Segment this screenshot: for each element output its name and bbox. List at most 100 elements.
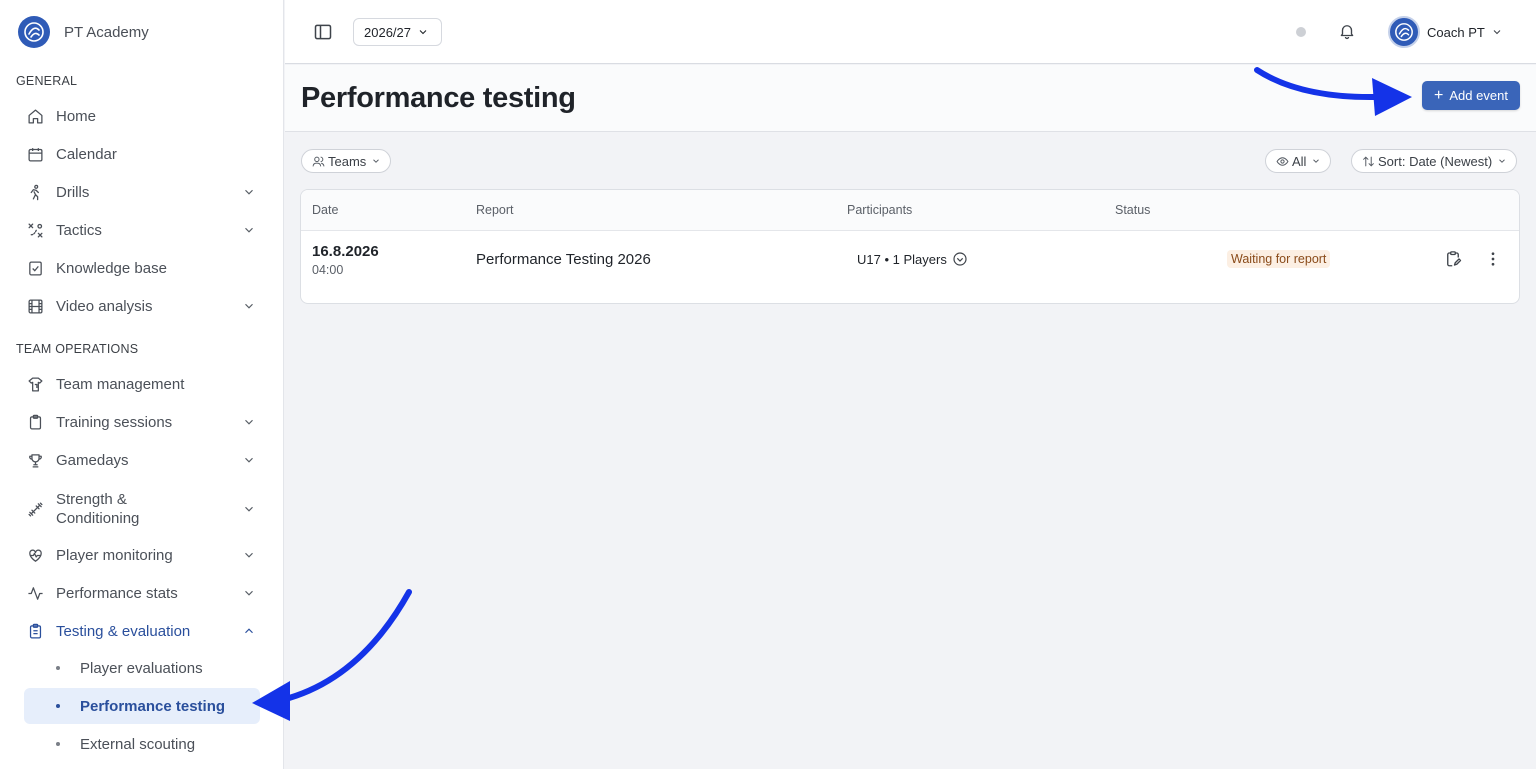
brand-name: PT Academy	[64, 23, 149, 41]
sidebar-item-calendar[interactable]: Calendar	[24, 136, 260, 172]
chevron-down-icon	[373, 159, 380, 163]
page-header: Performance testing + Add event	[285, 65, 1536, 132]
sidebar-item-knowledge-base[interactable]: Knowledge base	[24, 250, 260, 286]
chevron-down-icon	[419, 30, 427, 35]
chevron-down-icon	[245, 457, 253, 463]
circle-chevron-down-icon	[953, 252, 967, 266]
chevron-down-icon	[245, 303, 253, 309]
sidebar-item-label: Tactics	[56, 221, 102, 239]
user-name: Coach PT	[1427, 24, 1485, 40]
sidebar: PT Academy GENERAL Home Calendar Drills …	[0, 0, 284, 769]
sidebar-item-tactics[interactable]: Tactics	[24, 212, 260, 248]
calendar-icon	[26, 145, 44, 163]
bullet	[56, 742, 60, 746]
sidebar-subitem-performance-testing[interactable]: Performance testing	[24, 688, 260, 724]
checklist-icon	[26, 259, 44, 277]
more-vertical-icon[interactable]	[1484, 250, 1502, 268]
connection-status-dot	[1296, 27, 1306, 37]
heart-pulse-icon	[26, 546, 44, 564]
trophy-icon	[26, 451, 44, 469]
sidebar-item-testing-evaluation[interactable]: Testing & evaluation	[24, 613, 260, 649]
sidebar-toggle-icon[interactable]	[313, 22, 333, 42]
sidebar-item-label: Home	[56, 107, 97, 125]
chevron-down-icon	[1313, 159, 1320, 163]
sidebar-item-label: Testing & evaluation	[56, 622, 191, 640]
status-badge: Waiting for report	[1227, 250, 1331, 268]
chevron-up-icon	[245, 628, 253, 634]
event-time: 04:00	[312, 263, 344, 277]
sidebar-subitem-player-evaluations[interactable]: Player evaluations	[24, 650, 260, 686]
home-icon	[26, 107, 44, 125]
sidebar-item-label: Drills	[56, 183, 90, 201]
sidebar-item-gamedays[interactable]: Gamedays	[24, 442, 260, 478]
teams-filter[interactable]: Teams	[301, 149, 392, 173]
chevron-down-icon	[1493, 30, 1501, 35]
participants-toggle[interactable]: U17 • 1 Players	[857, 251, 968, 267]
page-title: Performance testing	[301, 82, 576, 114]
chevron-down-icon	[1499, 159, 1505, 163]
sidebar-item-training-sessions[interactable]: Training sessions	[24, 404, 260, 440]
chevron-down-icon	[245, 506, 253, 512]
academy-logo	[18, 16, 50, 48]
season-value: 2026/27	[364, 24, 411, 40]
sidebar-item-label: Knowledge base	[56, 259, 167, 277]
event-date-cell: 16.8.2026 04:00	[312, 243, 379, 277]
sidebar-item-drills[interactable]: Drills	[24, 174, 260, 210]
sort-arrows-icon	[1363, 155, 1374, 167]
sidebar-item-performance-stats[interactable]: Performance stats	[24, 575, 260, 611]
clipboard-icon	[26, 413, 44, 431]
table-row[interactable]: 16.8.2026 04:00 Performance Testing 2026…	[301, 231, 1519, 303]
clipboard-list-icon	[26, 622, 44, 640]
dumbbell-icon	[26, 500, 44, 518]
sidebar-item-strength-conditioning[interactable]: Strength & Conditioning	[24, 485, 260, 533]
sidebar-subitem-label: External scouting	[80, 735, 196, 753]
sort-select-label: Sort: Date (Newest)	[1378, 153, 1493, 169]
chevron-down-icon	[245, 227, 253, 233]
sidebar-item-label: Player monitoring	[56, 546, 173, 564]
sidebar-item-label: Calendar	[56, 145, 117, 163]
sidebar-item-player-monitoring[interactable]: Player monitoring	[24, 537, 260, 573]
sort-select[interactable]: Sort: Date (Newest)	[1351, 149, 1518, 173]
column-header-status[interactable]: Status	[1115, 203, 1150, 217]
sidebar-item-video-analysis[interactable]: Video analysis	[24, 288, 260, 324]
column-header-participants[interactable]: Participants	[847, 203, 912, 217]
event-date: 16.8.2026	[312, 243, 379, 260]
add-event-button[interactable]: + Add event	[1422, 81, 1520, 110]
visibility-filter-label: All	[1292, 153, 1307, 169]
chevron-down-icon	[245, 552, 253, 558]
running-icon	[26, 183, 44, 201]
activity-icon	[26, 584, 44, 602]
column-header-date[interactable]: Date	[312, 203, 338, 217]
chevron-down-icon	[245, 419, 253, 425]
sidebar-item-label: Training sessions	[56, 413, 173, 431]
column-header-report[interactable]: Report	[476, 203, 514, 217]
section-label-general: GENERAL	[16, 74, 78, 88]
sidebar-item-team-management[interactable]: Team management	[24, 366, 260, 402]
plus-icon: +	[1434, 86, 1444, 104]
status-cell: Waiting for report	[1227, 250, 1331, 268]
clipboard-edit-icon[interactable]	[1444, 250, 1462, 268]
user-menu[interactable]: Coach PT	[1388, 16, 1503, 48]
sidebar-item-label: Video analysis	[56, 297, 153, 315]
event-report[interactable]: Performance Testing 2026	[476, 251, 651, 268]
section-label-team-operations: TEAM OPERATIONS	[16, 342, 139, 356]
arrow-to-performance-testing	[279, 589, 412, 703]
participants-summary: U17 • 1 Players	[857, 251, 947, 267]
avatar	[1388, 16, 1420, 48]
sidebar-item-home[interactable]: Home	[24, 98, 260, 134]
users-icon	[312, 156, 325, 166]
table-header: Date Report Participants Status	[301, 190, 1519, 231]
brand[interactable]: PT Academy	[18, 16, 149, 48]
sidebar-item-label: Strength & Conditioning	[56, 491, 140, 527]
chevron-down-icon	[245, 189, 253, 195]
sidebar-item-label: Team management	[56, 375, 185, 393]
sidebar-subitem-label: Player evaluations	[80, 659, 203, 677]
bullet	[56, 704, 60, 708]
eye-icon	[1276, 156, 1289, 166]
bell-icon[interactable]	[1338, 22, 1356, 40]
tactics-icon	[26, 221, 44, 239]
season-select[interactable]: 2026/27	[353, 18, 442, 46]
visibility-filter[interactable]: All	[1265, 149, 1332, 173]
top-bar: 2026/27 Coach PT	[285, 0, 1536, 64]
sidebar-subitem-external-scouting[interactable]: External scouting	[24, 726, 260, 762]
